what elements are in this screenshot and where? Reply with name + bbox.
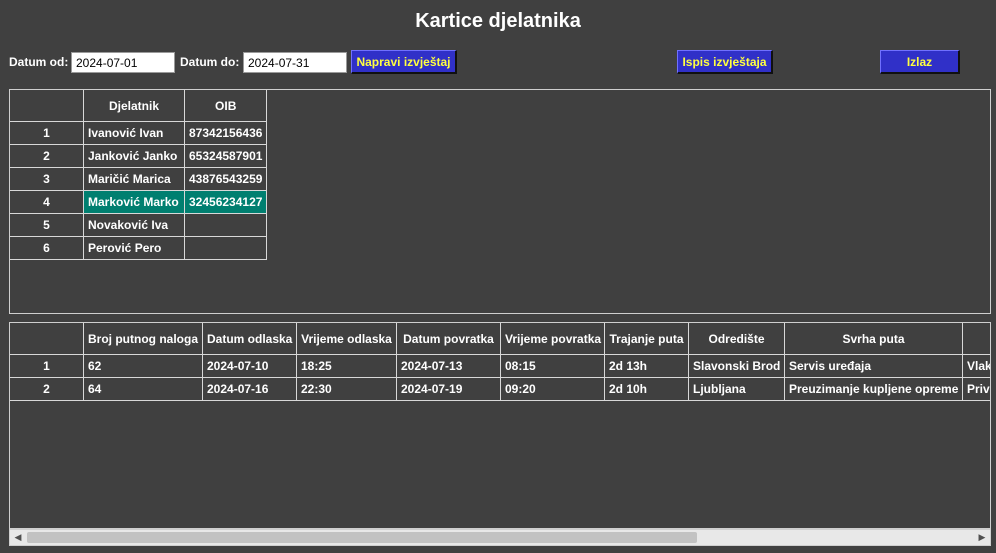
employee-row[interactable]: 1 Ivanović Ivan 87342156436 xyxy=(10,121,268,145)
row-number-header xyxy=(10,90,84,122)
trip-duration-cell[interactable]: 2d 13h xyxy=(604,354,689,378)
employee-name-cell[interactable]: Marković Marko xyxy=(83,190,185,214)
departure-time-cell[interactable]: 22:30 xyxy=(296,377,397,401)
trips-table: Broj putnog naloga Datum odlaska Vrijeme… xyxy=(10,323,990,401)
destination-cell[interactable]: Slavonski Brod xyxy=(688,354,785,378)
exit-button[interactable]: Izlaz xyxy=(880,50,960,74)
departure-date-cell[interactable]: 2024-07-16 xyxy=(202,377,297,401)
date-to-input[interactable] xyxy=(243,52,347,73)
trip-purpose-cell[interactable]: Servis uređaja xyxy=(784,354,963,378)
trip-order-number-cell[interactable]: 62 xyxy=(83,354,203,378)
trip-duration-header[interactable]: Trajanje puta xyxy=(604,323,689,355)
employees-panel: Djelatnik OIB 1 Ivanović Ivan 87342156436 2… xyxy=(9,89,991,314)
horizontal-scrollbar[interactable]: ◀ ▶ xyxy=(9,529,991,546)
departure-date-cell[interactable]: 2024-07-10 xyxy=(202,354,297,378)
trip-duration-cell[interactable]: 2d 10h xyxy=(604,377,689,401)
return-time-cell[interactable]: 08:15 xyxy=(500,354,605,378)
employees-header-row: Djelatnik OIB xyxy=(10,90,268,122)
date-from-label: Datum od: xyxy=(9,55,69,69)
oib-cell[interactable]: 43876543259 xyxy=(183,167,268,191)
oib-cell[interactable] xyxy=(183,236,268,260)
row-number-cell[interactable]: 3 xyxy=(10,167,84,191)
return-time-header[interactable]: Vrijeme povratka xyxy=(500,323,605,355)
arrow-left-icon[interactable]: ◀ xyxy=(10,530,26,545)
extra-column-cell[interactable]: Priva xyxy=(962,377,990,401)
employee-name-cell[interactable]: Perović Pero xyxy=(83,236,185,260)
return-date-cell[interactable]: 2024-07-13 xyxy=(396,354,501,378)
page-title: Kartice djelatnika xyxy=(415,10,581,32)
return-date-header[interactable]: Datum povratka xyxy=(396,323,501,355)
departure-time-cell[interactable]: 18:25 xyxy=(296,354,397,378)
oib-header[interactable]: OIB xyxy=(183,90,268,122)
create-report-button[interactable]: Napravi izvještaj xyxy=(351,50,457,74)
oib-cell[interactable]: 65324587901 xyxy=(183,144,268,168)
print-report-button[interactable]: Ispis izvještaja xyxy=(677,50,773,74)
row-number-cell[interactable]: 5 xyxy=(10,213,84,237)
employee-name-header[interactable]: Djelatnik xyxy=(83,90,185,122)
employees-table: Djelatnik OIB 1 Ivanović Ivan 87342156436 2… xyxy=(10,90,268,260)
employee-row[interactable]: 5 Novaković Iva xyxy=(10,213,268,237)
date-to-label: Datum do: xyxy=(180,55,240,69)
employee-row[interactable]: 2 Janković Janko 65324587901 xyxy=(10,144,268,168)
employee-name-cell[interactable]: Maričić Marica xyxy=(83,167,185,191)
trip-row-number-cell[interactable]: 1 xyxy=(10,354,84,378)
trip-row[interactable]: 2 64 2024-07-16 22:30 2024-07-19 09:20 2d 10h L… xyxy=(10,377,990,401)
extra-column-header[interactable] xyxy=(962,323,990,355)
trips-header-row: Broj putnog naloga Datum odlaska Vrijeme… xyxy=(10,323,990,355)
employee-name-cell[interactable]: Janković Janko xyxy=(83,144,185,168)
employee-name-cell[interactable]: Ivanović Ivan xyxy=(83,121,185,145)
row-number-cell[interactable]: 6 xyxy=(10,236,84,260)
trip-order-number-cell[interactable]: 64 xyxy=(83,377,203,401)
row-number-cell[interactable]: 2 xyxy=(10,144,84,168)
trip-order-number-header[interactable]: Broj putnog naloga xyxy=(83,323,203,355)
departure-time-header[interactable]: Vrijeme odlaska xyxy=(296,323,397,355)
row-number-cell[interactable]: 1 xyxy=(10,121,84,145)
return-date-cell[interactable]: 2024-07-19 xyxy=(396,377,501,401)
departure-date-header[interactable]: Datum odlaska xyxy=(202,323,297,355)
destination-cell[interactable]: Ljubljana xyxy=(688,377,785,401)
employee-name-cell[interactable]: Novaković Iva xyxy=(83,213,185,237)
trip-row[interactable]: 1 62 2024-07-10 18:25 2024-07-13 08:15 2d 13h S… xyxy=(10,354,990,378)
oib-cell[interactable] xyxy=(183,213,268,237)
trips-panel: Broj putnog naloga Datum odlaska Vrijeme… xyxy=(9,322,991,529)
scrollbar-thumb[interactable] xyxy=(27,532,697,543)
oib-cell[interactable]: 87342156436 xyxy=(183,121,268,145)
trip-purpose-header[interactable]: Svrha puta xyxy=(784,323,963,355)
employee-row[interactable]: 3 Maričić Marica 43876543259 xyxy=(10,167,268,191)
trip-purpose-cell[interactable]: Preuzimanje kupljene opreme xyxy=(784,377,963,401)
trip-row-number-header xyxy=(10,323,84,355)
oib-cell[interactable]: 32456234127 xyxy=(183,190,268,214)
arrow-right-icon[interactable]: ▶ xyxy=(974,530,990,545)
extra-column-cell[interactable]: Vlak xyxy=(962,354,990,378)
row-number-cell[interactable]: 4 xyxy=(10,190,84,214)
destination-header[interactable]: Odredište xyxy=(688,323,785,355)
trip-row-number-cell[interactable]: 2 xyxy=(10,377,84,401)
date-from-input[interactable] xyxy=(71,52,175,73)
employee-row[interactable]: 4 Marković Marko 32456234127 xyxy=(10,190,268,214)
employee-row[interactable]: 6 Perović Pero xyxy=(10,236,268,260)
return-time-cell[interactable]: 09:20 xyxy=(500,377,605,401)
